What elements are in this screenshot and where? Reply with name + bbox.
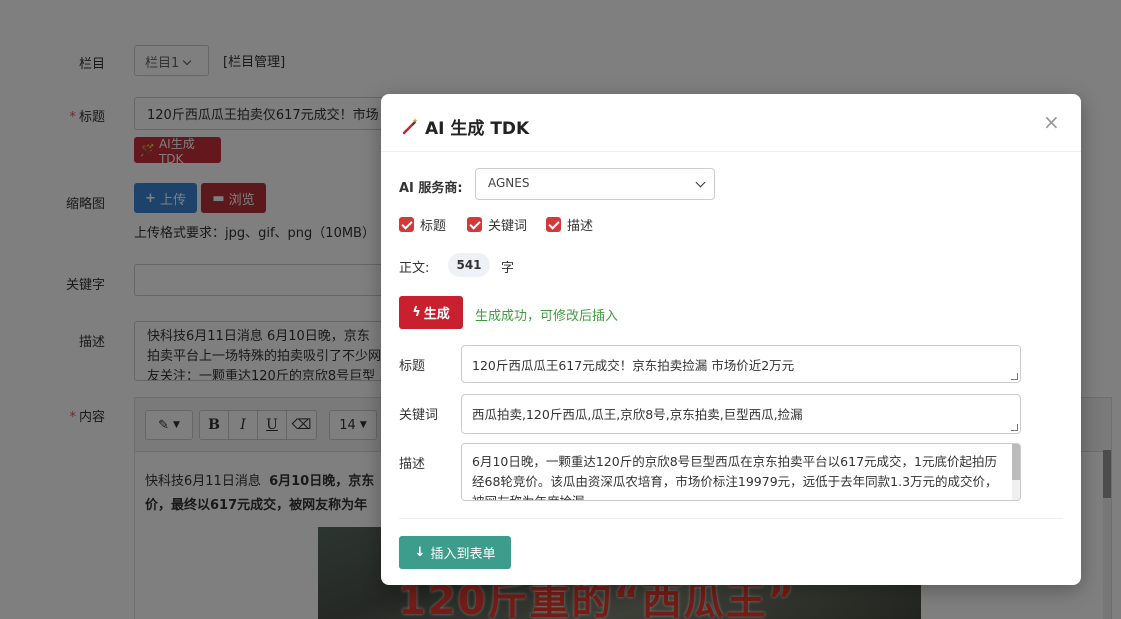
output-title-label: 标题 [399,359,426,374]
checkbox-description-label: 描述 [567,219,594,234]
generate-button[interactable]: ϟ 生成 [399,296,463,329]
chevron-down-icon [695,177,706,188]
checkbox-checked-icon [467,217,482,232]
insert-button-label: 插入到表单 [430,547,496,562]
checkbox-checked-icon [399,217,414,232]
checkbox-keywords-label: 关键词 [488,219,528,234]
checkbox-title[interactable]: 标题 [399,215,446,234]
generate-button-label: 生成 [423,307,450,322]
success-message: 生成成功，可修改后插入 [475,309,619,324]
output-desc-scrollbar[interactable] [1012,444,1020,500]
arrow-down-icon: ↓ [414,545,426,560]
modal-divider [399,518,1063,519]
output-keywords-value: 西瓜拍卖,120斤西瓜,瓜王,京欣8号,京东拍卖,巨型西瓜,捡漏 [472,407,803,422]
resize-grip-icon[interactable] [1011,373,1018,380]
output-desc-label: 描述 [399,457,426,472]
close-icon[interactable]: × [1043,112,1060,132]
checkbox-keywords[interactable]: 关键词 [467,215,527,234]
provider-select-value: AGNES [488,176,530,190]
output-desc-field[interactable]: 6月10日晚，一颗重达120斤的京欣8号巨型西瓜在京东拍卖平台以617元成交，1… [461,443,1021,501]
bolt-icon: ϟ [412,305,421,320]
output-title-value: 120斤西瓜瓜王617元成交！京东拍卖捡漏 市场价近2万元 [472,358,795,373]
char-count-badge: 541 [448,253,490,277]
resize-grip-icon[interactable] [1011,424,1018,431]
output-desc-value: 6月10日晚，一颗重达120斤的京欣8号巨型西瓜在京东拍卖平台以617元成交，1… [472,454,998,500]
ai-tdk-modal: AI 生成 TDK × AI 服务商: AGNES 标题 关键词 描述 正文: … [381,94,1081,585]
checkbox-title-label: 标题 [420,219,447,234]
provider-label: AI 服务商: [399,181,463,196]
text-count-label: 正文: [399,261,430,276]
checkbox-description[interactable]: 描述 [546,215,593,234]
char-unit: 字 [501,261,515,276]
insert-to-form-button[interactable]: ↓ 插入到表单 [399,536,511,569]
modal-header: AI 生成 TDK × [381,94,1081,152]
output-title-field[interactable]: 120斤西瓜瓜王617元成交！京东拍卖捡漏 市场价近2万元 [461,345,1021,383]
checkbox-checked-icon [546,217,561,232]
output-keywords-field[interactable]: 西瓜拍卖,120斤西瓜,瓜王,京欣8号,京东拍卖,巨型西瓜,捡漏 [461,394,1021,434]
modal-title: AI 生成 TDK [402,114,529,139]
modal-title-text: AI 生成 TDK [425,119,530,139]
output-keywords-label: 关键词 [399,408,439,423]
scrollbar-thumb[interactable] [1012,444,1020,480]
provider-select[interactable]: AGNES [475,168,715,200]
magic-wand-icon [402,118,418,135]
